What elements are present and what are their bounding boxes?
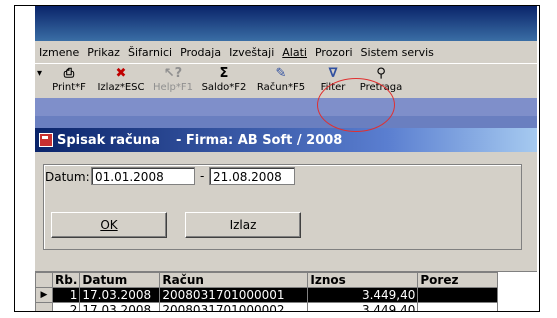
saldo-button[interactable]: Σ Saldo*F2 xyxy=(197,66,251,96)
menu-bar: Izmene Prikaz Šifarnici Prodaja Izveštaj… xyxy=(35,41,537,63)
mdi-workspace: Spisak računa - Firma: AB Soft / 2008 Da… xyxy=(35,98,537,311)
toolbar: ▾ ⎙ Print*F ✖ Izlaz*ESC ↖? Help*F1 Σ Sal… xyxy=(35,63,537,99)
help-icon: ↖? xyxy=(163,66,183,81)
date-separator: - xyxy=(200,169,205,183)
exit-button[interactable]: ✖ Izlaz*ESC xyxy=(93,66,149,96)
cell-rb[interactable]: 1 xyxy=(51,287,81,303)
cell-rb[interactable]: 2 xyxy=(51,302,81,311)
menu-izvestaji[interactable]: Izveštaji xyxy=(225,46,278,59)
screenshot-frame: Izmene Prikaz Šifarnici Prodaja Izveštaj… xyxy=(14,5,540,312)
menu-izmene[interactable]: Izmene xyxy=(35,46,83,59)
exit-icon: ✖ xyxy=(115,66,127,81)
filter-button[interactable]: ∇ Filter xyxy=(313,66,353,96)
invoice-icon: ✎ xyxy=(275,66,287,81)
filter-icon: ∇ xyxy=(328,66,338,81)
menu-alati[interactable]: Alati xyxy=(278,46,311,59)
col-header-porez[interactable]: Porez xyxy=(417,272,499,288)
cell-iznos[interactable]: 3.449,40 xyxy=(307,287,419,303)
cell-racun[interactable]: 2008031701000002 xyxy=(159,302,309,311)
help-button[interactable]: ↖? Help*F1 xyxy=(151,66,195,96)
menu-prozori[interactable]: Prozori xyxy=(311,46,357,59)
cell-datum[interactable]: 17.03.2008 xyxy=(79,287,161,303)
child-window-title: Spisak računa xyxy=(57,132,160,148)
cell-porez[interactable] xyxy=(417,302,499,311)
toolbar-dropdown-icon[interactable]: ▾ xyxy=(37,68,42,79)
ok-button[interactable]: OK xyxy=(51,212,167,238)
col-header-rb[interactable]: Rb. xyxy=(51,272,81,288)
date-from-input[interactable]: 01.01.2008 xyxy=(91,167,195,185)
floppy-icon xyxy=(39,133,53,147)
racun-button[interactable]: ✎ Račun*F5 xyxy=(253,66,309,96)
app-titlebar xyxy=(35,6,537,41)
child-window-titlebar[interactable]: Spisak računa - Firma: AB Soft / 2008 xyxy=(35,128,537,152)
search-button[interactable]: ⚲ Pretraga xyxy=(355,66,407,96)
menu-sifarnici[interactable]: Šifarnici xyxy=(124,46,176,59)
cell-datum[interactable]: 17.03.2008 xyxy=(79,302,161,311)
application-window: Izmene Prikaz Šifarnici Prodaja Izveštaj… xyxy=(35,6,537,311)
sigma-icon: Σ xyxy=(219,66,229,81)
datum-label: Datum: xyxy=(45,170,90,184)
print-button[interactable]: ⎙ Print*F xyxy=(49,66,89,96)
col-header-racun[interactable]: Račun xyxy=(159,272,309,288)
cell-porez[interactable] xyxy=(417,287,499,303)
printer-icon: ⎙ xyxy=(63,66,75,81)
invoice-grid: Rb. Datum Račun Iznos Porez ▶ 1 17.03.20… xyxy=(35,271,537,311)
ok-button-label: OK xyxy=(100,218,118,232)
child-window-subtitle: - Firma: AB Soft / 2008 xyxy=(175,132,343,148)
cell-iznos[interactable]: 3.449,40 xyxy=(307,302,419,311)
table-row[interactable]: 2 17.03.2008 2008031701000002 3.449,40 xyxy=(35,302,499,311)
date-to-input[interactable]: 21.08.2008 xyxy=(209,167,295,185)
izlaz-button[interactable]: Izlaz xyxy=(185,212,301,238)
table-row[interactable]: ▶ 1 17.03.2008 2008031701000001 3.449,40 xyxy=(35,287,499,303)
workspace-band xyxy=(35,98,537,116)
binoculars-icon: ⚲ xyxy=(376,66,386,81)
cell-racun[interactable]: 2008031701000001 xyxy=(159,287,309,303)
grid-corner xyxy=(35,272,53,288)
menu-prodaja[interactable]: Prodaja xyxy=(176,46,225,59)
menu-prikaz[interactable]: Prikaz xyxy=(83,46,124,59)
izlaz-button-label: Izlaz xyxy=(229,218,257,232)
col-header-iznos[interactable]: Iznos xyxy=(307,272,419,288)
grid-header-row: Rb. Datum Račun Iznos Porez xyxy=(35,272,499,288)
menu-sistem-servis[interactable]: Sistem servis xyxy=(357,46,438,59)
invoice-list-window: Spisak računa - Firma: AB Soft / 2008 Da… xyxy=(35,128,537,311)
row-indicator-icon: ▶ xyxy=(35,287,53,303)
col-header-datum[interactable]: Datum xyxy=(79,272,161,288)
row-indicator xyxy=(35,302,53,311)
